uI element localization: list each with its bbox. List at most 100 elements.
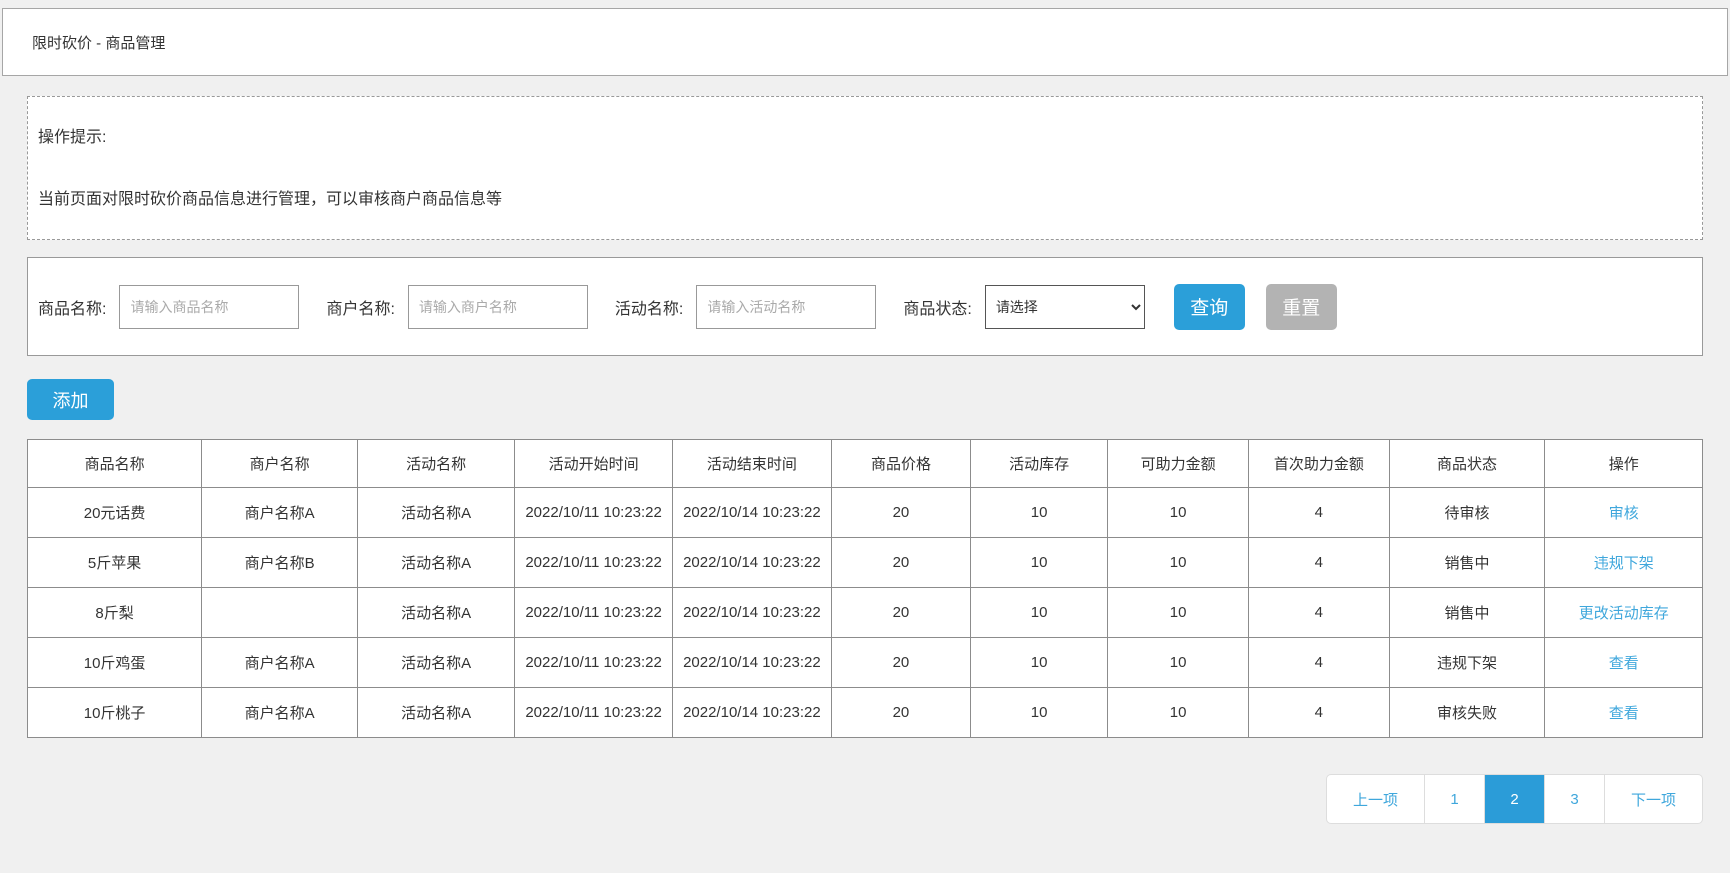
row-action-link[interactable]: 更改活动库存 [1579, 605, 1669, 622]
row-action-link[interactable]: 审核 [1609, 505, 1639, 522]
table-cell: 10 [1107, 537, 1249, 588]
table-cell: 20 [830, 487, 971, 538]
table-row: 8斤梨 活动名称A 2022/10/11 10:23:22 2022/10/14 10… [26, 587, 1703, 638]
table-cell: 10斤桃子 [26, 687, 203, 738]
table-body: 20元话费 商户名称A 活动名称A 2022/10/11 10:23:22 2022/1… [26, 487, 1703, 738]
table-header-row: 商品名称 商户名称 活动名称 活动开始时间 活动结束时间 商品价格 活动库存 可助力金额 首次助… [26, 439, 1703, 488]
column-header: 活动库存 [969, 439, 1109, 488]
filter-bar: 商品名称: 商户名称: 活动名称: 商品状态: 请选择 查询 重置 [27, 257, 1703, 356]
table-cell: 4 [1247, 487, 1390, 538]
table-row: 5斤苹果 商户名称B 活动名称A 2022/10/11 10:23:22 2022/10… [26, 537, 1703, 588]
table-cell: 2022/10/11 10:23:22 [514, 637, 673, 688]
column-header: 活动开始时间 [514, 439, 673, 488]
table-cell: 2022/10/14 10:23:22 [671, 487, 832, 538]
table-cell: 10 [1107, 687, 1249, 738]
column-header: 商品名称 [26, 439, 203, 488]
table-cell: 10 [969, 687, 1109, 738]
pagination-next[interactable]: 下一项 [1603, 775, 1702, 823]
column-header: 商户名称 [201, 439, 358, 488]
table-cell: 商户名称A [201, 637, 358, 688]
table-cell: 20 [830, 637, 971, 688]
table-cell [201, 587, 358, 638]
table-cell: 待审核 [1388, 487, 1546, 538]
table-cell: 4 [1247, 637, 1390, 688]
merchant-name-field-group: 商户名称: [299, 284, 588, 329]
table-cell: 20元话费 [26, 487, 203, 538]
row-action-link[interactable]: 查看 [1609, 655, 1639, 672]
activity-name-field-group: 活动名称: [588, 284, 877, 329]
table-cell: 活动名称A [356, 487, 516, 538]
table-cell: 审核失败 [1388, 687, 1546, 738]
tips-body: 当前页面对限时砍价商品信息进行管理，可以审核商户商品信息等 [38, 191, 503, 208]
row-action-link[interactable]: 查看 [1609, 705, 1639, 722]
table-cell: 10 [1107, 637, 1249, 688]
table-cell: 20 [830, 587, 971, 638]
row-action-link[interactable]: 违规下架 [1594, 555, 1654, 572]
pagination-page-1[interactable]: 1 [1423, 775, 1484, 823]
product-name-input[interactable] [119, 284, 300, 329]
table-cell: 2022/10/14 10:23:22 [671, 537, 832, 588]
merchant-name-label: 商户名称: [326, 300, 395, 318]
add-button[interactable]: 添加 [27, 379, 114, 420]
header-row: 商品名称 商户名称 活动名称 活动开始时间 活动结束时间 商品价格 活动库存 可助力金额 首次助… [26, 439, 1703, 488]
action-cell: 违规下架 [1544, 537, 1703, 588]
product-status-select[interactable]: 请选择 [984, 284, 1145, 329]
table-cell: 10 [1107, 587, 1249, 638]
table-cell: 2022/10/14 10:23:22 [671, 637, 832, 688]
pagination-page-2[interactable]: 2 [1483, 775, 1544, 823]
tips-title: 操作提示: [38, 129, 107, 146]
table-cell: 商户名称B [201, 537, 358, 588]
column-header: 商品状态 [1388, 439, 1546, 488]
product-status-label: 商品状态: [903, 300, 972, 318]
table-cell: 销售中 [1388, 537, 1546, 588]
action-cell: 审核 [1544, 487, 1703, 538]
table-cell: 活动名称A [356, 637, 516, 688]
column-header: 活动名称 [356, 439, 516, 488]
table-cell: 4 [1247, 687, 1390, 738]
product-name-field-group: 商品名称: [38, 284, 300, 329]
column-header: 可助力金额 [1107, 439, 1249, 488]
table-cell: 10 [969, 537, 1109, 588]
table-cell: 2022/10/11 10:23:22 [514, 687, 673, 738]
table-row: 20元话费 商户名称A 活动名称A 2022/10/11 10:23:22 2022/1… [26, 487, 1703, 538]
main-content: 操作提示: 当前页面对限时砍价商品信息进行管理，可以审核商户商品信息等 商品名称… [0, 96, 1730, 855]
table-cell: 20 [830, 537, 971, 588]
search-button[interactable]: 查询 [1173, 283, 1245, 330]
pagination: 上一项 1 2 3 下一项 [1325, 774, 1703, 824]
reset-button[interactable]: 重置 [1265, 283, 1337, 330]
product-status-field-group: 商品状态: 请选择 [876, 284, 1145, 329]
table-row: 10斤桃子 商户名称A 活动名称A 2022/10/11 10:23:22 2022/1… [26, 687, 1703, 738]
table-cell: 活动名称A [356, 537, 516, 588]
table-cell: 4 [1247, 537, 1390, 588]
activity-name-input[interactable] [696, 284, 877, 329]
action-cell: 查看 [1544, 637, 1703, 688]
column-header: 活动结束时间 [671, 439, 832, 488]
table-cell: 10 [1107, 487, 1249, 538]
pagination-page-3[interactable]: 3 [1543, 775, 1604, 823]
table-cell: 20 [830, 687, 971, 738]
table-cell: 活动名称A [356, 587, 516, 638]
activity-name-label: 活动名称: [614, 300, 684, 318]
table-cell: 10 [969, 637, 1109, 688]
table-cell: 8斤梨 [26, 587, 203, 638]
page-title: 限时砍价 - 商品管理 [32, 34, 166, 52]
merchant-name-input[interactable] [407, 284, 588, 329]
page-header: 限时砍价 - 商品管理 [2, 8, 1728, 76]
table-cell: 2022/10/11 10:23:22 [514, 587, 673, 638]
table-cell: 违规下架 [1388, 637, 1546, 688]
table-cell: 10 [969, 487, 1109, 538]
table-cell: 10斤鸡蛋 [26, 637, 203, 688]
pagination-prev[interactable]: 上一项 [1327, 775, 1424, 823]
table-cell: 2022/10/11 10:23:22 [514, 487, 673, 538]
table-cell: 商户名称A [201, 487, 358, 538]
column-header: 首次助力金额 [1247, 439, 1390, 488]
column-header: 操作 [1544, 439, 1703, 488]
table-cell: 4 [1247, 587, 1390, 638]
table-cell: 5斤苹果 [26, 537, 203, 588]
table-cell: 活动名称A [356, 687, 516, 738]
table-cell: 销售中 [1388, 587, 1546, 638]
table-row: 10斤鸡蛋 商户名称A 活动名称A 2022/10/11 10:23:22 2022/1… [26, 637, 1703, 688]
products-table: 商品名称 商户名称 活动名称 活动开始时间 活动结束时间 商品价格 活动库存 可助力金额 首次助… [26, 439, 1703, 738]
action-cell: 查看 [1544, 687, 1703, 738]
column-header: 商品价格 [830, 439, 971, 488]
